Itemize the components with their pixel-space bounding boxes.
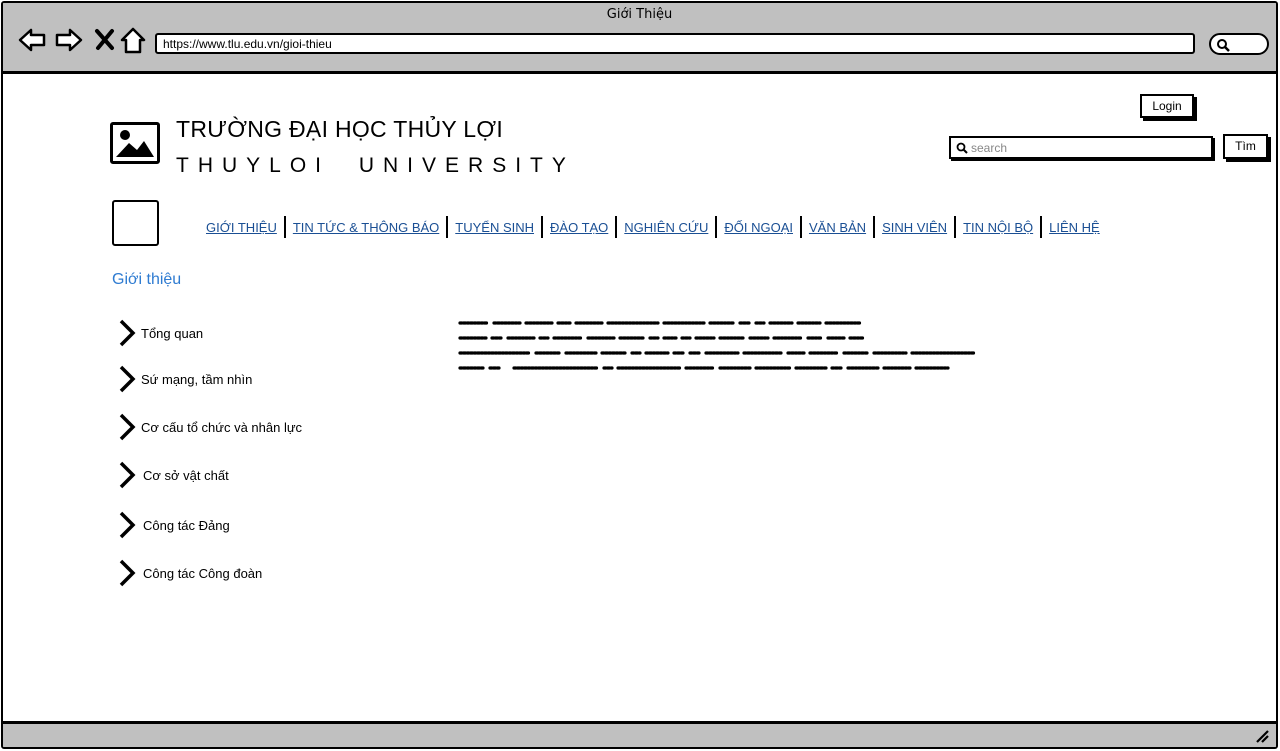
nav-item-van-ban[interactable]: VĂN BẢN: [802, 220, 873, 235]
sidebar-item-label: Tổng quan: [141, 325, 204, 341]
nav-item-tuyen-sinh[interactable]: TUYỂN SINH: [448, 220, 541, 235]
placeholder-text-block: [458, 321, 976, 370]
sidebar-item-su-mang[interactable]: Sứ mạng, tầm nhìn: [115, 363, 252, 395]
university-logo: [110, 122, 160, 164]
stop-button[interactable]: [90, 25, 120, 55]
main-navigation: GIỚI THIỆU TIN TỨC & THÔNG BÁO TUYỂN SIN…: [199, 215, 1107, 239]
section-title: Giới thiệu: [112, 271, 182, 288]
sidebar-item-label: Công tác Đảng: [143, 517, 230, 533]
sidebar-item-co-so[interactable]: Cơ sở vật chất: [115, 459, 229, 491]
nav-item-tin-noi-bo[interactable]: TIN NỘI BỘ: [956, 220, 1040, 235]
nav-item-doi-ngoai[interactable]: ĐỐI NGOẠI: [717, 220, 800, 235]
sidebar-item-label: Cơ cấu tổ chức và nhân lực: [141, 419, 303, 435]
university-name-en: THUYLOI UNIVERSITY: [176, 154, 575, 177]
chevron-right-icon: [119, 511, 136, 539]
search-input[interactable]: [971, 139, 1201, 156]
browser-status-bar: [3, 721, 1276, 747]
menu-placeholder-box: [112, 200, 159, 246]
sidebar-item-label: Cơ sở vật chất: [143, 467, 229, 483]
chevron-right-icon: [119, 461, 136, 489]
nav-item-gioi-thieu[interactable]: GIỚI THIỆU: [199, 220, 284, 235]
nav-item-nghien-cuu[interactable]: NGHIÊN CỨU: [617, 220, 715, 235]
sidebar-item-cong-tac-dang[interactable]: Công tác Đảng: [115, 509, 230, 541]
chevron-right-icon: [119, 413, 136, 441]
image-icon: [116, 130, 154, 157]
resize-grip-icon[interactable]: [1254, 728, 1270, 744]
chevron-right-icon: [119, 559, 136, 587]
search-icon: [956, 142, 968, 154]
chevron-right-icon: [119, 365, 136, 393]
home-button[interactable]: [118, 25, 148, 55]
sidebar-item-cong-doan[interactable]: Công tác Công đoàn: [115, 557, 262, 589]
search-icon: [1217, 39, 1230, 52]
site-search-box: [949, 136, 1213, 159]
close-icon: [95, 29, 114, 50]
sidebar-item-co-cau[interactable]: Cơ cấu tổ chức và nhân lực: [115, 411, 302, 443]
browser-window: Giới Thiệu https://www.tlu.edu.vn/gioi-t…: [1, 1, 1278, 749]
university-name-vi: TRƯỜNG ĐẠI HỌC THỦY LỢI: [176, 116, 504, 142]
back-button[interactable]: [17, 25, 47, 55]
sidebar-item-label: Sứ mạng, tầm nhìn: [141, 371, 253, 387]
login-button[interactable]: Login: [1140, 94, 1194, 118]
forward-button[interactable]: [54, 25, 84, 55]
search-button[interactable]: Tìm: [1223, 134, 1268, 159]
nav-item-dao-tao[interactable]: ĐÀO TẠO: [543, 220, 615, 235]
nav-item-lien-he[interactable]: LIÊN HỆ: [1042, 220, 1107, 235]
arrow-left-icon: [18, 28, 46, 52]
browser-chrome: Giới Thiệu https://www.tlu.edu.vn/gioi-t…: [3, 3, 1276, 74]
chevron-right-icon: [119, 319, 136, 347]
browser-search-box[interactable]: [1209, 33, 1269, 55]
window-title: Giới Thiệu: [606, 7, 673, 22]
arrow-right-icon: [55, 28, 83, 52]
nav-item-tin-tuc[interactable]: TIN TỨC & THÔNG BÁO: [286, 220, 446, 235]
sidebar-item-tong-quan[interactable]: Tổng quan: [115, 317, 203, 349]
nav-item-sinh-vien[interactable]: SINH VIÊN: [875, 220, 954, 235]
address-bar[interactable]: https://www.tlu.edu.vn/gioi-thieu: [155, 33, 1195, 54]
sidebar-item-label: Công tác Công đoàn: [143, 565, 263, 581]
home-icon: [120, 27, 146, 54]
